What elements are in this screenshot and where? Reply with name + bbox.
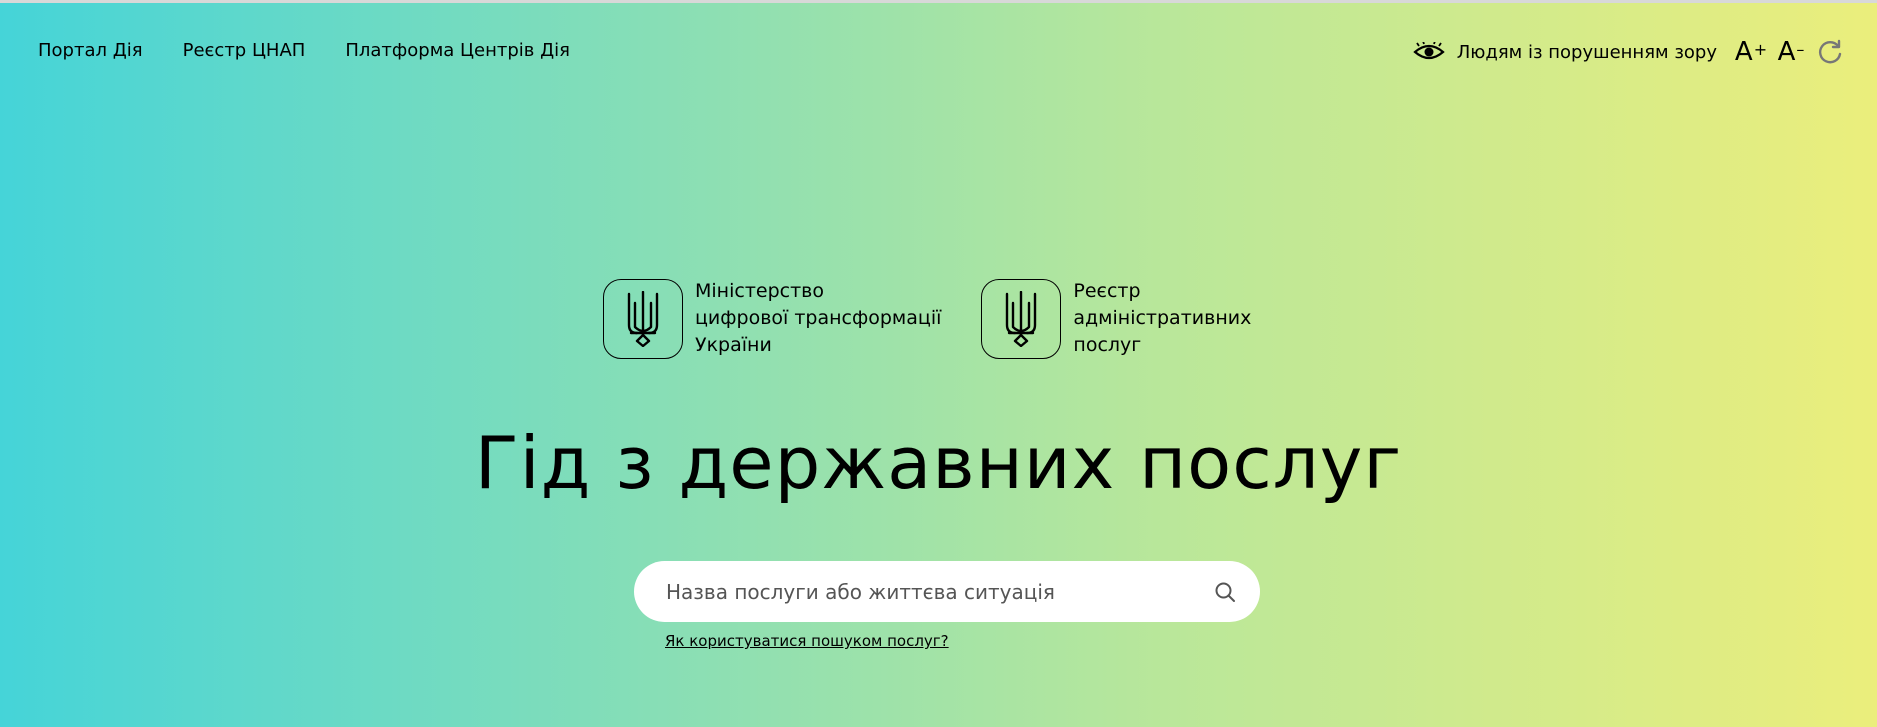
nav-link-portal-diia[interactable]: Портал Дія <box>38 40 143 61</box>
accessibility-controls: Людям із порушенням зору A + A – <box>1413 37 1845 67</box>
search-icon[interactable] <box>1214 581 1236 603</box>
nav-link-diia-centers-platform[interactable]: Платформа Центрів Дія <box>345 40 570 61</box>
search-help-link[interactable]: Як користуватися пошуком послуг? <box>665 632 949 650</box>
font-decrease-sign: – <box>1796 40 1805 59</box>
search-bar <box>634 561 1260 622</box>
nav-link-cnap-registry[interactable]: Реєстр ЦНАП <box>183 40 306 61</box>
top-nav: Портал Дія Реєстр ЦНАП Платформа Центрів… <box>38 40 570 61</box>
font-decrease-button[interactable]: A – <box>1775 37 1807 67</box>
partner-logos: Міністерство цифрової трансформації Укра… <box>603 278 1251 359</box>
top-divider <box>0 0 1877 3</box>
font-increase-letter: A <box>1734 37 1753 67</box>
search-input[interactable] <box>664 578 1214 605</box>
font-increase-sign: + <box>1753 40 1768 59</box>
trident-icon <box>1006 290 1037 347</box>
logo-text-registry: Реєстр адміністративних послуг <box>1073 280 1252 356</box>
page-title: Гід з державних послуг <box>474 421 1403 505</box>
font-increase-button[interactable]: A + <box>1735 37 1767 67</box>
trident-icon <box>627 290 659 347</box>
logo-ministry-digital-transformation[interactable]: Міністерство цифрової трансформації Укра… <box>603 278 941 359</box>
logo-administrative-services-registry[interactable]: Реєстр адміністративних послуг <box>981 278 1251 359</box>
emblem-frame <box>981 278 1062 359</box>
logo-text-ministry: Міністерство цифрової трансформації Укра… <box>695 280 942 356</box>
vision-impaired-mode-link[interactable]: Людям із порушенням зору <box>1457 42 1717 63</box>
refresh-icon[interactable] <box>1815 37 1845 67</box>
emblem-frame <box>603 278 683 359</box>
eye-icon[interactable] <box>1413 42 1445 62</box>
font-decrease-letter: A <box>1777 37 1796 67</box>
